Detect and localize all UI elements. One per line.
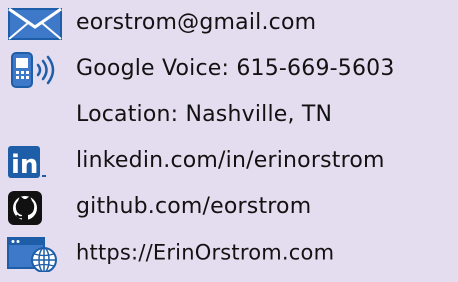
website-text[interactable]: https://ErinOrstrom.com: [76, 242, 334, 264]
location-row: Location: Nashville, TN: [0, 92, 458, 138]
envelope-icon: [8, 7, 62, 40]
contact-card: eorstrom@gmail.com Google Voice: 615-669…: [0, 0, 458, 282]
website-row[interactable]: https://ErinOrstrom.com: [0, 230, 458, 276]
phone-text[interactable]: Google Voice: 615-669-5603: [76, 58, 395, 80]
phone-row[interactable]: Google Voice: 615-669-5603: [0, 46, 458, 92]
linkedin-text[interactable]: linkedin.com/in/erinorstrom: [76, 150, 385, 172]
github-text[interactable]: github.com/eorstrom: [76, 196, 311, 218]
svg-text:in: in: [11, 150, 38, 180]
globe-window-icon: [7, 237, 57, 272]
email-row[interactable]: eorstrom@gmail.com: [0, 0, 458, 46]
github-icon: [8, 191, 42, 225]
github-row[interactable]: github.com/eorstrom: [0, 184, 458, 230]
phone-icon: [11, 52, 55, 88]
email-text[interactable]: eorstrom@gmail.com: [76, 12, 316, 34]
linkedin-icon: in: [8, 146, 46, 180]
location-text: Location: Nashville, TN: [76, 102, 333, 127]
linkedin-row[interactable]: in linkedin.com/in/erinorstrom: [0, 138, 458, 184]
